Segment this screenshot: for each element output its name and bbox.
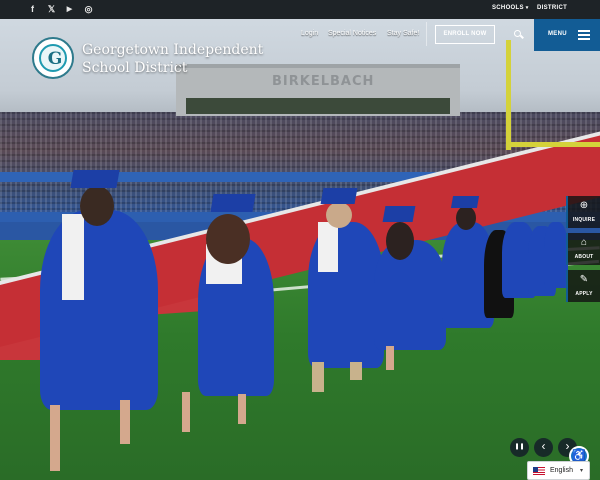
pause-button[interactable]: ❚❚	[510, 438, 529, 457]
facebook-icon[interactable]: f	[26, 3, 39, 16]
language-selector[interactable]: English ▾	[527, 461, 590, 480]
quick-link-apply[interactable]: ✎ APPLY	[566, 270, 600, 302]
quick-link-about[interactable]: ⌂ ABOUT	[566, 233, 600, 265]
press-box-sign: BIRKELBACH	[272, 74, 375, 89]
logo-letter: G	[47, 49, 63, 69]
district-name[interactable]: Georgetown Independent School District	[82, 41, 282, 77]
district-link[interactable]: DISTRICT	[537, 5, 567, 11]
district-logo[interactable]: G	[32, 37, 74, 79]
pause-icon: ❚❚	[514, 444, 525, 450]
youtube-icon[interactable]: ▶	[63, 3, 76, 16]
us-flag-icon	[533, 467, 545, 475]
about-building-icon: ⌂	[580, 237, 588, 248]
previous-slide-button[interactable]: ‹	[534, 438, 553, 457]
chevron-left-icon: ‹	[541, 439, 546, 453]
stay-safe-link[interactable]: Stay Safe!	[387, 30, 419, 37]
schools-dropdown[interactable]: SCHOOLS ▾	[492, 5, 529, 11]
login-link[interactable]: Login	[301, 30, 318, 37]
search-button[interactable]	[506, 25, 530, 44]
top-utility-bar: f 𝕏 ▶ ◎ SCHOOLS ▾ DISTRICT	[0, 0, 600, 19]
special-notices-link[interactable]: Special Notices	[328, 30, 376, 37]
apply-form-icon: ✎	[579, 274, 589, 285]
hamburger-icon	[578, 30, 590, 40]
quick-link-inquire[interactable]: ⊕ INQUIRE	[566, 196, 600, 228]
x-twitter-icon[interactable]: 𝕏	[45, 3, 58, 16]
chevron-down-icon: ▾	[580, 468, 584, 474]
menu-button[interactable]: MENU	[534, 19, 600, 51]
instagram-icon[interactable]: ◎	[82, 3, 95, 16]
chevron-down-icon: ▾	[525, 5, 529, 11]
enroll-now-button[interactable]: ENROLL NOW	[435, 25, 495, 44]
inquire-icon: ⊕	[579, 200, 589, 211]
